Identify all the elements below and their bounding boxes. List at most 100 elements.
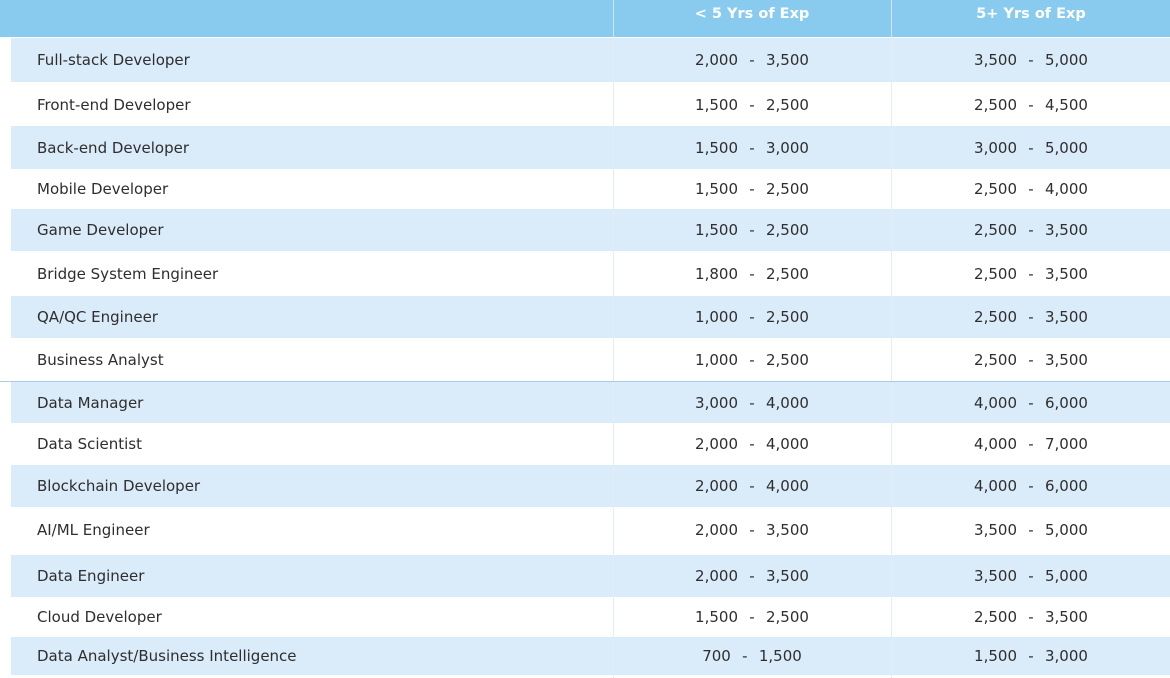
junior-salary-cell: 1,500-2,500 <box>614 170 890 208</box>
range-dash: - <box>1028 351 1034 369</box>
role-name: Back-end Developer <box>37 138 189 157</box>
senior-range: 2,500-3,500 <box>974 351 1088 369</box>
senior-salary-cell: 2,500-4,000 <box>892 170 1170 208</box>
senior-range: 2,500-3,500 <box>974 221 1088 239</box>
table-row: Game Developer 1,500-2,500 2,500-3,500 <box>0 209 1170 251</box>
salary-table: < 5 Yrs of Exp 5+ Yrs of Exp Full-stack … <box>0 0 1170 678</box>
junior-range: 2,000-3,500 <box>695 51 809 69</box>
junior-min: 1,500 <box>695 221 738 239</box>
senior-salary-cell: 3,500-5,000 <box>892 38 1170 82</box>
junior-max: 3,000 <box>766 138 809 157</box>
senior-max: 5,000 <box>1045 521 1088 539</box>
table-row: Data Engineer 2,000-3,500 3,500-5,000 <box>0 555 1170 597</box>
table-row: Mobile Developer 1,500-2,500 2,500-4,000 <box>0 170 1170 208</box>
senior-max: 6,000 <box>1045 393 1088 412</box>
junior-salary-cell: 1,800-2,500 <box>614 252 890 295</box>
range-dash: - <box>1028 95 1034 114</box>
junior-max: 3,500 <box>766 567 809 585</box>
senior-max: 5,000 <box>1045 51 1088 69</box>
range-dash: - <box>749 51 755 69</box>
range-dash: - <box>1028 435 1034 453</box>
range-dash: - <box>1028 521 1034 539</box>
junior-salary-cell: 2,000-3,500 <box>614 38 890 82</box>
senior-range: 2,500-4,500 <box>974 96 1088 114</box>
senior-salary-cell: 3,500-5,000 <box>892 555 1170 597</box>
junior-max: 2,500 <box>766 95 809 114</box>
junior-salary-cell: 1,500-2,500 <box>614 598 890 636</box>
senior-min: 2,500 <box>974 308 1017 326</box>
range-dash: - <box>749 521 755 539</box>
range-dash: - <box>1028 51 1034 69</box>
range-dash: - <box>1028 567 1034 585</box>
junior-min: 1,000 <box>695 308 738 326</box>
senior-range: 3,500-5,000 <box>974 51 1088 69</box>
junior-range: 1,000-2,500 <box>695 351 809 369</box>
role-name: Data Analyst/Business Intelligence <box>37 647 297 665</box>
junior-salary-cell: 3,000-4,000 <box>614 382 890 423</box>
section-divider <box>0 381 1170 382</box>
junior-max: 2,500 <box>766 264 809 283</box>
table-row: Front-end Developer 1,500-2,500 2,500-4,50… <box>0 83 1170 126</box>
senior-max: 3,500 <box>1045 608 1088 626</box>
junior-salary-cell: 2,000-3,500 <box>614 508 890 552</box>
junior-salary-cell: 1,500-2,500 <box>614 209 890 251</box>
senior-min: 4,000 <box>974 393 1017 412</box>
senior-max: 5,000 <box>1045 138 1088 157</box>
senior-max: 3,500 <box>1045 351 1088 369</box>
senior-min: 2,500 <box>974 95 1017 114</box>
senior-salary-cell: 4,000-7,000 <box>892 424 1170 464</box>
table-row: Blockchain Developer 2,000-4,000 4,000-6,0… <box>0 465 1170 507</box>
senior-min: 3,500 <box>974 51 1017 69</box>
junior-range: 1,500-3,000 <box>695 139 809 157</box>
junior-max: 1,500 <box>758 647 802 665</box>
senior-range: 4,000-7,000 <box>974 435 1088 453</box>
junior-max: 4,000 <box>766 477 809 495</box>
junior-min: 1,000 <box>695 351 738 369</box>
senior-max: 3,000 <box>1045 647 1088 665</box>
role-name: Front-end Developer <box>37 95 191 114</box>
junior-min: 700 <box>702 647 731 665</box>
junior-min: 1,500 <box>695 180 738 198</box>
role-name: Data Scientist <box>37 435 142 453</box>
range-dash: - <box>742 647 748 665</box>
senior-range: 3,500-5,000 <box>974 567 1088 585</box>
range-dash: - <box>1028 138 1034 157</box>
junior-salary-cell: 1,500-3,000 <box>614 126 890 169</box>
table-row: Data Scientist 2,000-4,000 4,000-7,000 <box>0 424 1170 464</box>
table-row: Full-stack Developer 2,000-3,500 3,500-5,0… <box>0 38 1170 82</box>
role-name: AI/ML Engineer <box>37 521 150 539</box>
junior-range: 2,000-3,500 <box>695 521 809 539</box>
range-dash: - <box>1028 308 1034 326</box>
senior-range: 2,500-4,000 <box>974 180 1088 198</box>
junior-range: 2,000-3,500 <box>695 567 809 585</box>
junior-range: 3,000-4,000 <box>695 394 809 412</box>
senior-min: 2,500 <box>974 180 1017 198</box>
senior-min: 2,500 <box>974 264 1017 283</box>
range-dash: - <box>1028 647 1034 665</box>
junior-min: 2,000 <box>695 435 738 453</box>
senior-salary-cell: 4,000-6,000 <box>892 382 1170 423</box>
junior-salary-cell: 2,000-4,000 <box>614 465 890 507</box>
range-dash: - <box>749 308 755 326</box>
junior-min: 2,000 <box>695 567 738 585</box>
junior-min: 1,800 <box>695 264 738 283</box>
senior-range: 3,500-5,000 <box>974 521 1088 539</box>
senior-salary-cell: 2,500-3,500 <box>892 598 1170 636</box>
table-row: Data Manager 3,000-4,000 4,000-6,000 <box>0 382 1170 423</box>
range-dash: - <box>1028 393 1034 412</box>
role-name: Business Analyst <box>37 351 164 369</box>
junior-max: 4,000 <box>766 393 809 412</box>
senior-salary-cell: 1,500-3,000 <box>892 637 1170 675</box>
senior-salary-cell: 3,500-5,000 <box>892 508 1170 552</box>
range-dash: - <box>749 351 755 369</box>
header-junior-column: < 5 Yrs of Exp <box>694 6 810 22</box>
junior-min: 2,000 <box>695 477 738 495</box>
junior-range: 1,800-2,500 <box>695 265 809 283</box>
column-divider <box>891 37 892 678</box>
junior-max: 2,500 <box>766 308 809 326</box>
table-header: < 5 Yrs of Exp 5+ Yrs of Exp <box>0 0 1170 37</box>
senior-salary-cell: 3,000-5,000 <box>892 126 1170 169</box>
senior-range: 2,500-3,500 <box>974 265 1088 283</box>
junior-max: 2,500 <box>766 351 809 369</box>
junior-salary-cell: 2,000-3,500 <box>614 555 890 597</box>
